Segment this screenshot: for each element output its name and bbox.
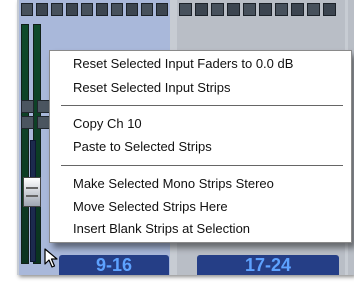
led-indicator — [126, 3, 138, 16]
strip-bank-label: 9-16 — [59, 255, 169, 275]
strip-bank-label: 17-24 — [197, 255, 339, 275]
arrow-pointer-icon — [44, 248, 58, 268]
led-indicator — [96, 3, 108, 16]
led-indicator — [179, 3, 192, 16]
led-indicator — [66, 3, 78, 16]
led-indicator — [156, 3, 168, 16]
level-meter — [21, 24, 29, 264]
led-indicator — [243, 3, 256, 16]
console-screenshot: 9-16 17-24 Reset Selected Input Faders t… — [0, 0, 354, 289]
menu-separator — [61, 105, 343, 106]
led-indicator — [307, 3, 320, 16]
led-indicator — [51, 3, 63, 16]
led-indicator — [227, 3, 240, 16]
fader-cap-icon[interactable] — [23, 177, 41, 207]
menu-item-make-stereo[interactable]: Make Selected Mono Strips Stereo — [73, 175, 274, 193]
bank-led-row — [19, 0, 170, 20]
context-menu: Reset Selected Input Faders to 0.0 dB Re… — [49, 50, 352, 243]
led-indicator — [211, 3, 224, 16]
menu-item-paste-strips[interactable]: Paste to Selected Strips — [73, 138, 212, 156]
led-indicator — [81, 3, 93, 16]
led-indicator — [275, 3, 288, 16]
strip-button[interactable] — [21, 116, 34, 129]
led-indicator — [21, 3, 33, 16]
menu-item-insert-blank[interactable]: Insert Blank Strips at Selection — [73, 220, 250, 238]
led-indicator — [259, 3, 272, 16]
strip-button[interactable] — [21, 100, 34, 113]
led-indicator — [36, 3, 48, 16]
bank-led-row — [177, 0, 345, 20]
led-indicator — [195, 3, 208, 16]
menu-item-reset-strips[interactable]: Reset Selected Input Strips — [73, 79, 231, 97]
menu-item-copy-channel[interactable]: Copy Ch 10 — [73, 115, 142, 133]
menu-item-move-strips[interactable]: Move Selected Strips Here — [73, 198, 228, 216]
menu-item-reset-faders[interactable]: Reset Selected Input Faders to 0.0 dB — [73, 55, 293, 73]
menu-separator — [61, 165, 343, 166]
led-indicator — [141, 3, 153, 16]
led-indicator — [111, 3, 123, 16]
led-indicator — [291, 3, 304, 16]
led-indicator — [323, 3, 336, 16]
